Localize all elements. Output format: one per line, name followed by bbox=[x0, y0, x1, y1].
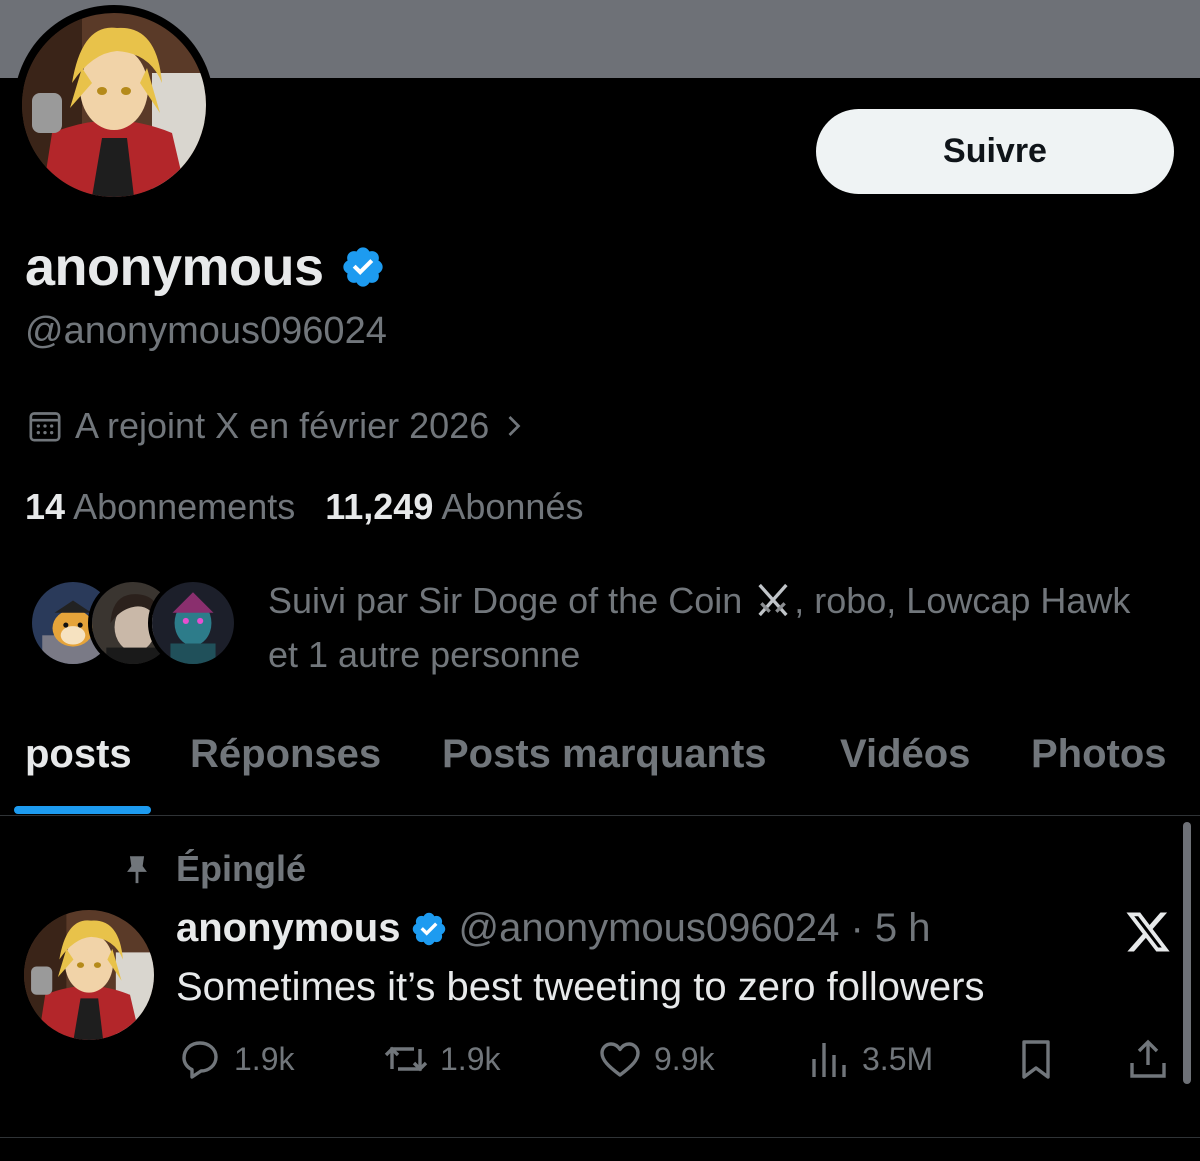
reply-button[interactable]: 1.9k bbox=[176, 1035, 294, 1083]
post-actions: 1.9k 1.9k 9.9k 3.5M bbox=[176, 1035, 1176, 1095]
profile-handle: @anonymous096024 bbox=[25, 310, 387, 352]
followed-by-avatars[interactable] bbox=[28, 578, 238, 668]
scrollbar[interactable] bbox=[1183, 822, 1191, 1084]
tab-photos[interactable]: Photos bbox=[1031, 732, 1167, 777]
views-count: 3.5M bbox=[862, 1040, 934, 1077]
chevron-right-icon bbox=[508, 416, 521, 436]
pinned-text: Épinglé bbox=[176, 848, 307, 889]
following-stat[interactable]: 14 Abonnements bbox=[25, 486, 295, 528]
tab-highlights[interactable]: Posts marquants bbox=[442, 732, 767, 777]
avatar-image bbox=[22, 13, 206, 197]
bookmark-icon bbox=[1022, 1040, 1050, 1079]
reply-icon bbox=[182, 1041, 218, 1079]
post-header: anonymous @anonymous096024 · 5 h bbox=[176, 906, 931, 951]
repost-count: 1.9k bbox=[440, 1040, 501, 1077]
follow-button[interactable]: Suivre bbox=[816, 109, 1174, 194]
followed-by-prefix: Suivi par Sir Doge of the Coin bbox=[268, 580, 753, 621]
pin-icon bbox=[127, 856, 147, 884]
repost-button[interactable]: 1.9k bbox=[382, 1035, 500, 1083]
post-avatar-image bbox=[24, 910, 154, 1040]
crossed-swords-icon bbox=[758, 583, 788, 617]
x-logo-icon[interactable] bbox=[1124, 908, 1172, 956]
post-text: Sometimes it’s best tweeting to zero fol… bbox=[176, 965, 985, 1009]
share-button[interactable] bbox=[1124, 1035, 1172, 1083]
like-icon bbox=[600, 1042, 640, 1077]
tab-videos[interactable]: Vidéos bbox=[840, 732, 970, 777]
reply-count: 1.9k bbox=[234, 1040, 295, 1077]
follow-stats: 14 Abonnements 11,249 Abonnés bbox=[25, 486, 583, 528]
followers-label: Abonnés bbox=[441, 486, 584, 527]
post-author[interactable]: anonymous bbox=[176, 906, 400, 951]
followers-stat[interactable]: 11,249 Abonnés bbox=[325, 486, 583, 528]
like-button[interactable]: 9.9k bbox=[596, 1035, 714, 1083]
following-count: 14 bbox=[25, 486, 66, 527]
active-tab-indicator bbox=[14, 806, 151, 814]
profile-avatar[interactable] bbox=[14, 5, 214, 205]
like-count: 9.9k bbox=[654, 1040, 715, 1077]
joined-date[interactable]: A rejoint X en février 2026 bbox=[25, 405, 529, 447]
profile-tabs: posts Réponses Posts marquants Vidéos Ph… bbox=[0, 720, 1200, 816]
views-button[interactable]: 3.5M bbox=[804, 1035, 933, 1083]
calendar-icon bbox=[29, 412, 61, 442]
display-name: anonymous bbox=[25, 236, 386, 298]
followers-count: 11,249 bbox=[325, 486, 434, 527]
post-meta[interactable]: @anonymous096024 · 5 h bbox=[458, 906, 930, 951]
joined-text: A rejoint X en février 2026 bbox=[75, 405, 490, 446]
tab-replies[interactable]: Réponses bbox=[190, 732, 381, 777]
tab-posts[interactable]: posts bbox=[25, 732, 132, 777]
pinned-label: Épinglé bbox=[120, 848, 306, 890]
post-avatar[interactable] bbox=[24, 910, 154, 1040]
views-icon bbox=[812, 1043, 846, 1077]
share-icon bbox=[1130, 1039, 1166, 1078]
verified-badge-icon[interactable] bbox=[410, 910, 448, 948]
display-name-text: anonymous bbox=[25, 237, 324, 297]
followed-by-text[interactable]: Suivi par Sir Doge of the Coin , robo, L… bbox=[268, 574, 1148, 682]
verified-badge-icon[interactable] bbox=[340, 244, 386, 290]
bookmark-button[interactable] bbox=[1012, 1035, 1060, 1083]
following-label: Abonnements bbox=[73, 486, 296, 527]
follower-avatar-lowcap-hawk bbox=[148, 578, 238, 668]
post-divider bbox=[0, 1137, 1200, 1138]
repost-icon bbox=[384, 1046, 428, 1072]
